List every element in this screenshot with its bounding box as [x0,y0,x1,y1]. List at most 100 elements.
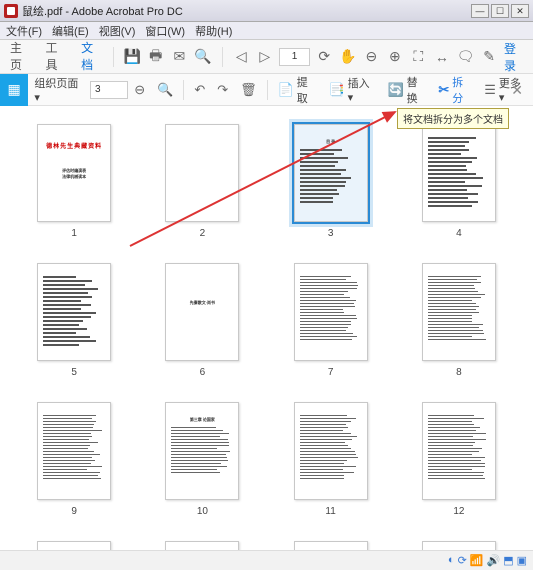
page-thumb-12[interactable] [422,402,496,500]
zoom-out-button[interactable]: ⊖ [128,74,151,105]
thumbnail-workspace[interactable]: 德林先生典藏资料评估时编演表法律机械读本12目 录345先秦散文·尚书6789第… [0,106,533,550]
thumbnail-grid: 德林先生典藏资料评估时编演表法律机械读本12目 录345先秦散文·尚书6789第… [30,124,503,550]
print-icon[interactable]: 🖶 [147,47,165,67]
page-thumb-3[interactable]: 目 录 [294,124,368,222]
rotate-ccw-button[interactable]: ↶ [188,74,211,105]
system-tray: ◐ ⟳ 📶 🔊 ⬒ ▣ [448,554,527,567]
zoom-icon[interactable]: ⟳ [316,47,334,67]
separator [183,80,184,100]
delete-button[interactable]: 🗑 [234,74,263,105]
thumb-wrap [158,541,246,550]
separator [267,80,268,100]
menu-view[interactable]: 视图(V) [99,23,136,39]
page-label: 3 [328,228,334,239]
thumb-wrap: 德林先生典藏资料评估时编演表法律机械读本1 [30,124,118,239]
page-number-field[interactable]: 1 [279,48,309,66]
comment-icon[interactable]: 🗨 [457,47,475,67]
organize-toolbar: ▦ 组织页面 ▾ 3 ⊖ 🔍 ↶ ↷ 🗑 📄提取 📑插入 ▾ 🔄替换 ✂拆分 ☰… [0,74,533,106]
thumb-wrap: 2 [158,124,246,239]
sign-icon[interactable]: ✎ [480,47,498,67]
page-thumb-9[interactable] [37,402,111,500]
page-label: 12 [453,506,464,517]
titlebar: 鼠绘.pdf - Adobe Acrobat Pro DC — ☐ ✕ [0,0,533,22]
page-label: 7 [328,367,334,378]
statusbar: ◐ ⟳ 📶 🔊 ⬒ ▣ [0,550,533,570]
tray-icon[interactable]: ▣ [517,554,527,567]
page-label: 10 [197,506,208,517]
width-icon[interactable]: ↔ [433,47,451,67]
maximize-button[interactable]: ☐ [491,4,509,18]
thumb-wrap: 第三章 论国家 10 [158,402,246,517]
tab-tools[interactable]: 工具 [44,35,68,79]
page-thumb-4[interactable] [422,124,496,222]
rotate-cw-button[interactable]: ↷ [211,74,234,105]
page-label: 11 [325,506,335,517]
thumb-wrap: 12 [415,402,503,517]
thumb-wrap [287,541,375,550]
tab-strip: 主页 工具 文档 [8,35,103,79]
menu-window[interactable]: 窗口(W) [145,23,185,39]
separator [113,47,114,67]
replace-button[interactable]: 🔄替换 [381,74,432,105]
next-page-icon[interactable]: ▷ [256,47,274,67]
organize-dropdown[interactable]: 组织页面 ▾ [28,74,90,105]
page-thumb-16[interactable] [422,541,496,550]
organize-pages-icon[interactable]: ▦ [0,74,28,106]
page-label: 4 [456,228,462,239]
page-label: 6 [200,367,206,378]
search-icon[interactable]: 🔍 [194,47,212,67]
page-thumb-13[interactable] [37,541,111,550]
close-toolbar-icon[interactable]: ✕ [511,82,523,99]
page-thumb-11[interactable] [294,402,368,500]
page-thumb-1[interactable]: 德林先生典藏资料评估时编演表法律机械读本 [37,124,111,222]
prev-page-icon[interactable]: ◁ [232,47,250,67]
thumb-wrap: 4 [415,124,503,239]
thumb-wrap: 11 [287,402,375,517]
login-link[interactable]: 登录 [504,40,525,74]
mail-icon[interactable]: ✉ [171,47,189,67]
main-toolbar: 主页 工具 文档 💾 🖶 ✉ 🔍 ◁ ▷ 1 ⟳ ✋ ⊖ ⊕ ⛶ ↔ 🗨 ✎ 登… [0,40,533,74]
page-thumb-2[interactable] [165,124,239,222]
thumb-wrap [30,541,118,550]
thumb-wrap: 目 录 3 [287,124,375,239]
app-icon [4,4,18,18]
tray-icon[interactable]: ⟳ [458,554,467,567]
page-thumb-14[interactable] [165,541,239,550]
minimize-button[interactable]: — [471,4,489,18]
more-button[interactable]: ☰更多 ▾ [478,74,533,105]
thumb-wrap: 8 [415,263,503,378]
split-button[interactable]: ✂拆分 [432,74,478,105]
page-thumb-6[interactable]: 先秦散文·尚书 [165,263,239,361]
menu-help[interactable]: 帮助(H) [195,23,232,39]
tab-document[interactable]: 文档 [79,35,103,79]
fit-icon[interactable]: ⛶ [410,47,428,67]
page-thumb-7[interactable] [294,263,368,361]
tab-home[interactable]: 主页 [8,35,32,79]
page-thumb-5[interactable] [37,263,111,361]
thumb-wrap: 9 [30,402,118,517]
thumb-wrap: 先秦散文·尚书 6 [158,263,246,378]
thumb-wrap [415,541,503,550]
save-icon[interactable]: 💾 [124,47,142,67]
tray-icon[interactable]: ◐ [448,554,455,567]
hand-icon[interactable]: ✋ [339,47,357,67]
insert-button[interactable]: 📑插入 ▾ [322,74,381,105]
page-thumb-8[interactable] [422,263,496,361]
page-label: 9 [71,506,77,517]
window-title: 鼠绘.pdf - Adobe Acrobat Pro DC [22,3,471,19]
page-label: 2 [200,228,206,239]
zoom-in-button[interactable]: 🔍 [151,74,179,105]
page-thumb-10[interactable]: 第三章 论国家 [165,402,239,500]
page-label: 5 [71,367,77,378]
separator [222,47,223,67]
close-button[interactable]: ✕ [511,4,529,18]
page-thumb-15[interactable] [294,541,368,550]
window-controls: — ☐ ✕ [471,4,529,18]
page-input[interactable]: 3 [90,81,128,99]
zoomin-icon[interactable]: ⊕ [386,47,404,67]
tray-icon[interactable]: ⬒ [503,554,513,567]
tray-icon[interactable]: 📶 [470,554,484,567]
extract-button[interactable]: 📄提取 [272,74,323,105]
tray-icon[interactable]: 🔊 [486,554,500,567]
zoomout-icon[interactable]: ⊖ [363,47,381,67]
